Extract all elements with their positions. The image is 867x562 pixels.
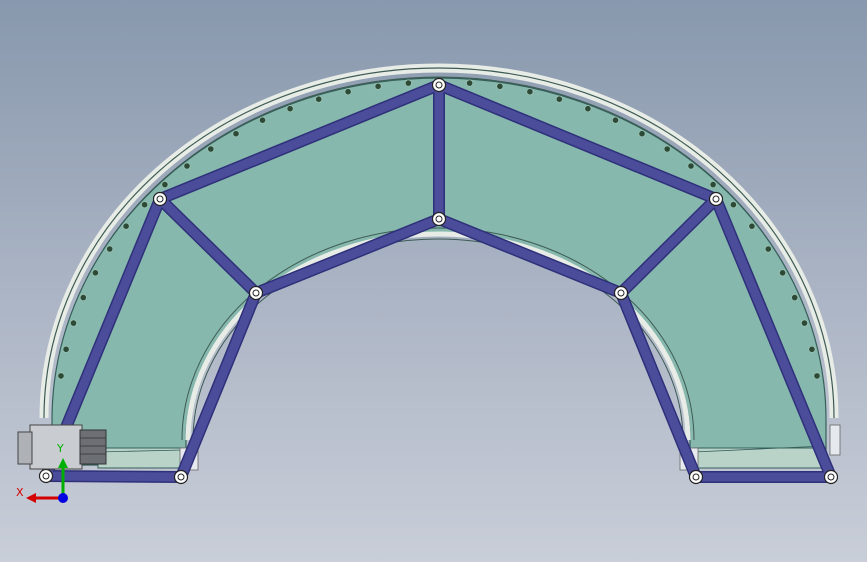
x-axis-label: X <box>16 486 24 499</box>
joint-bolt[interactable] <box>173 469 189 485</box>
cad-viewport[interactable]: X Y <box>0 0 867 562</box>
roller <box>800 319 809 327</box>
joint-bolt[interactable] <box>708 191 724 207</box>
roller <box>404 79 412 87</box>
roller <box>258 116 267 124</box>
joint-bolt[interactable] <box>248 285 264 301</box>
joint-bolt[interactable] <box>38 468 54 484</box>
joint-bolt[interactable] <box>431 77 447 93</box>
roller <box>778 269 787 277</box>
roller <box>315 95 323 103</box>
z-axis-dot <box>58 493 68 503</box>
roller <box>687 162 695 170</box>
roller <box>69 319 78 327</box>
model-scene[interactable]: X Y <box>0 0 867 562</box>
y-axis-label: Y <box>56 442 64 455</box>
joint-bolt[interactable] <box>152 191 168 207</box>
roller <box>496 82 504 90</box>
roller <box>122 222 130 230</box>
roller <box>748 222 756 230</box>
roller <box>729 201 738 209</box>
joint-bolt[interactable] <box>431 211 447 227</box>
roller <box>183 162 191 170</box>
roller <box>808 345 816 353</box>
roller <box>79 293 87 302</box>
roller <box>161 181 169 189</box>
roller <box>91 269 100 277</box>
roller <box>526 88 534 96</box>
roller <box>813 372 821 380</box>
roller <box>232 130 240 138</box>
roller <box>374 82 382 90</box>
roller <box>764 245 772 253</box>
joint-bolt[interactable] <box>823 469 839 485</box>
joint-bolt[interactable] <box>688 469 704 485</box>
roller <box>344 88 352 96</box>
roller <box>584 105 592 113</box>
roller <box>663 145 671 153</box>
roller <box>791 293 799 302</box>
x-axis-arrow <box>26 493 36 503</box>
roller <box>465 79 474 87</box>
roller <box>57 372 65 380</box>
roller <box>207 145 215 153</box>
motor-flange <box>17 431 33 465</box>
roller <box>286 105 294 113</box>
roller <box>106 245 114 253</box>
roller <box>611 116 620 124</box>
joint-bolt[interactable] <box>613 285 629 301</box>
roller <box>141 201 149 209</box>
roller <box>638 130 646 138</box>
motor-fins <box>79 429 107 465</box>
roller <box>709 181 717 189</box>
roller <box>62 345 70 353</box>
right-side-bracket <box>829 424 841 456</box>
truss-member[interactable] <box>41 471 186 482</box>
roller <box>555 95 563 103</box>
motor-body <box>29 424 83 470</box>
